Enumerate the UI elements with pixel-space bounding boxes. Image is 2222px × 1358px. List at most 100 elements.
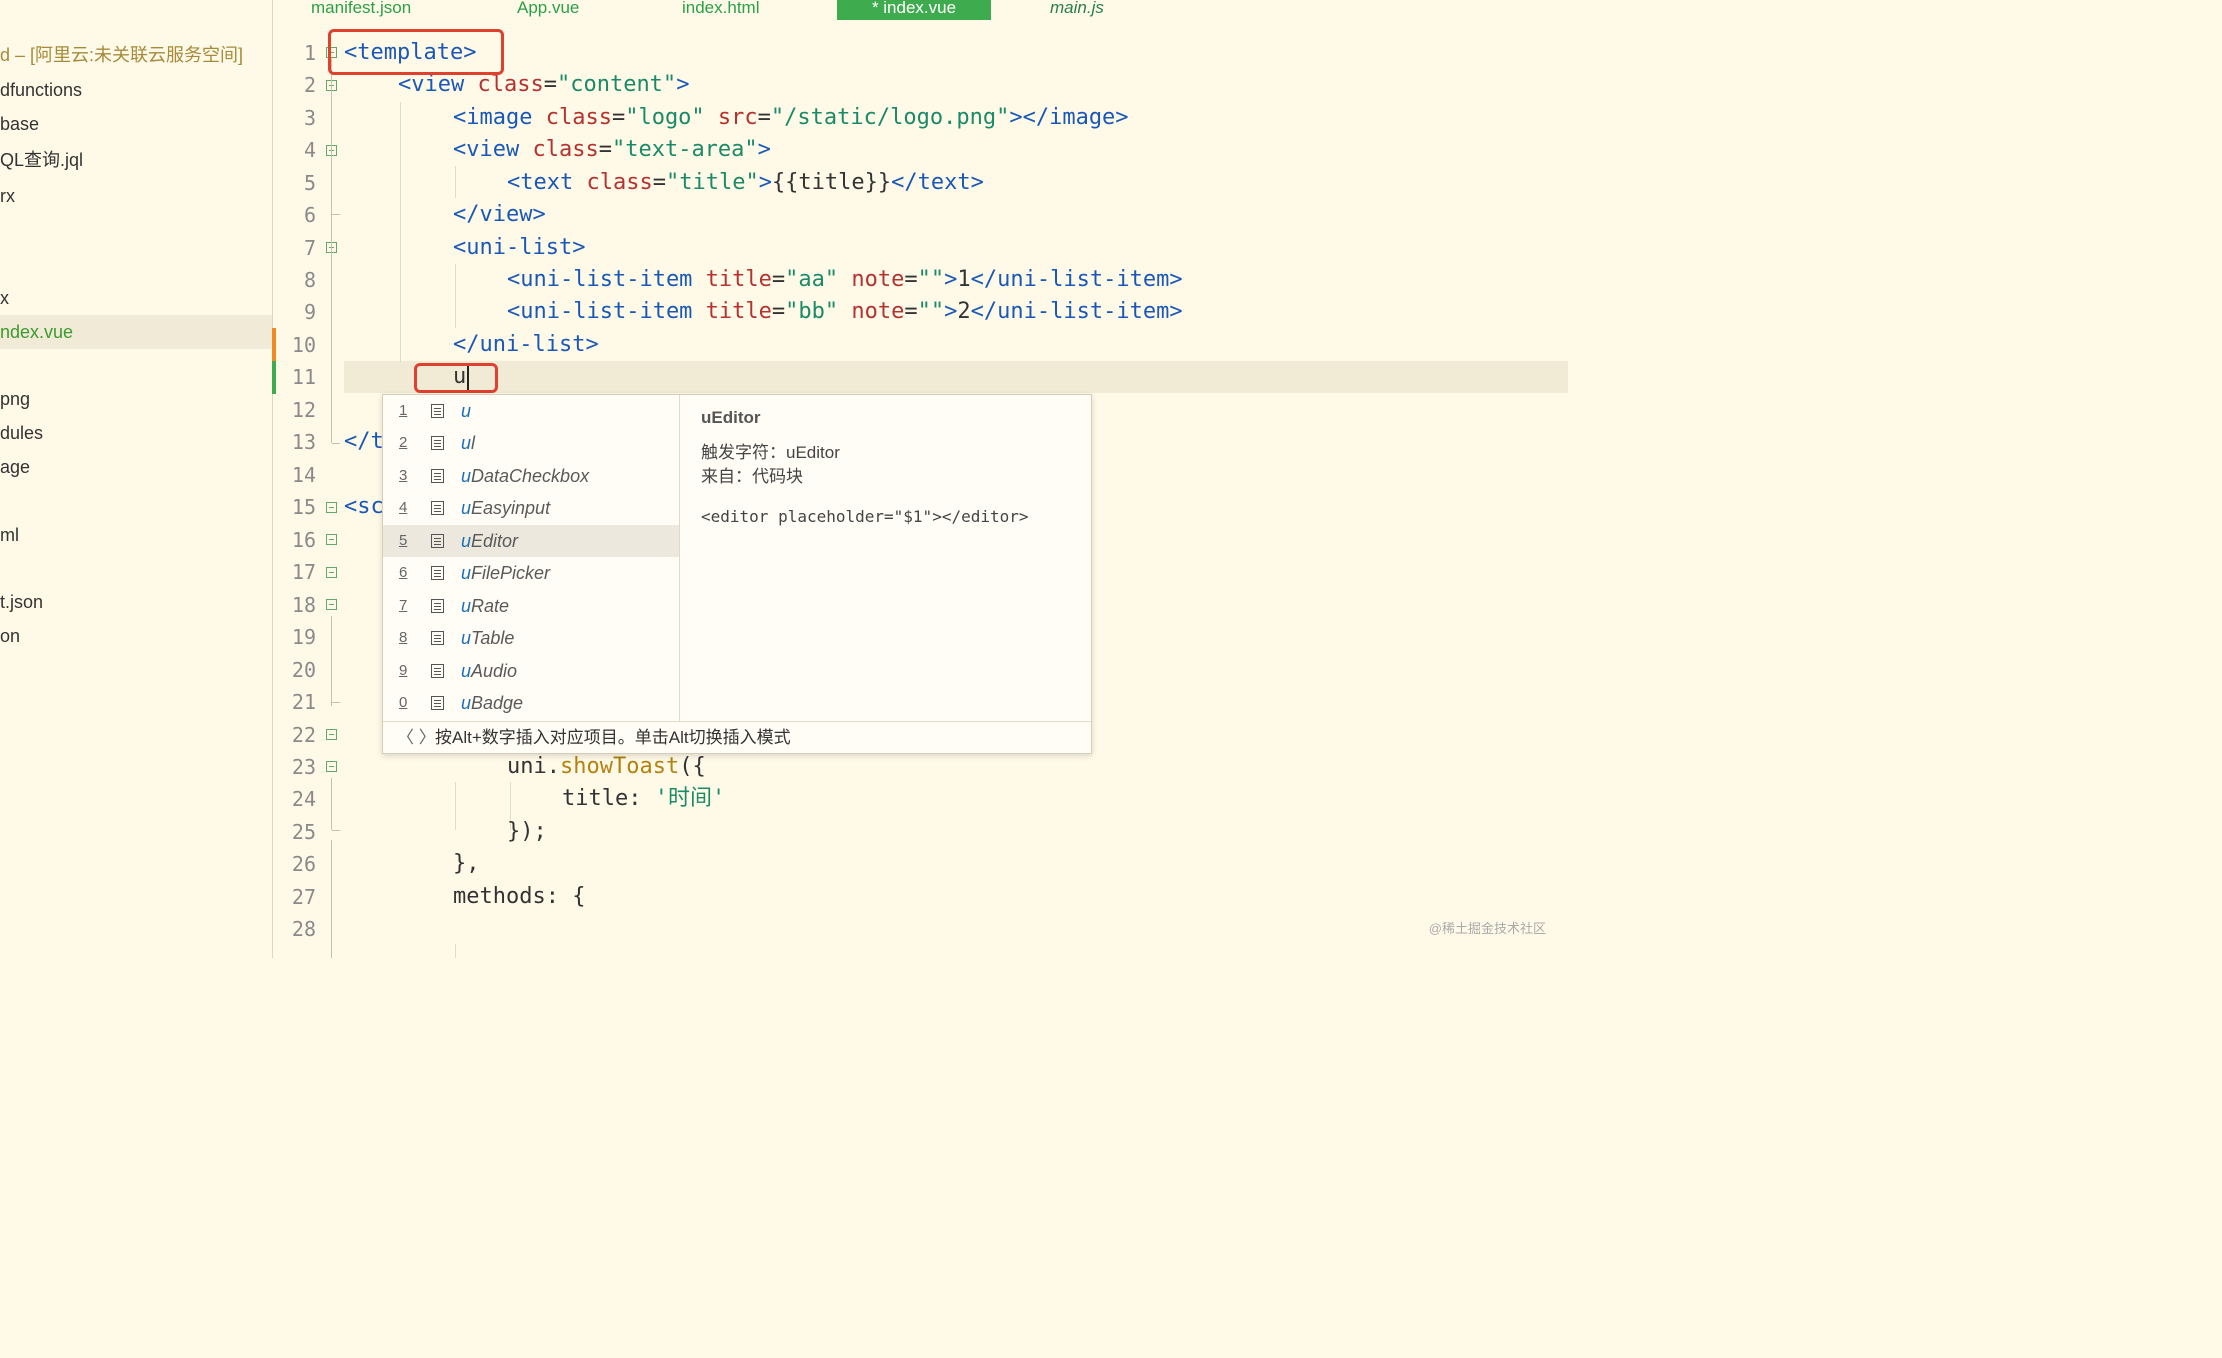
- code-token: <text: [507, 170, 587, 195]
- item-label: uEasyinput: [461, 492, 550, 524]
- autocomplete-item-selected[interactable]: 5 uEditor: [383, 525, 679, 557]
- fold-toggle[interactable]: [326, 502, 337, 513]
- code-token: =: [611, 105, 626, 130]
- sidebar-item[interactable]: dfunctions: [0, 73, 82, 107]
- autocomplete-item[interactable]: 0 uBadge: [383, 687, 679, 719]
- code-line-4[interactable]: <view class="text-area">: [453, 134, 771, 166]
- tab-index-vue-active[interactable]: * index.vue: [837, 0, 991, 20]
- detail-snippet: <editor placeholder="$1"></editor>: [701, 507, 1029, 526]
- indent-guide: [455, 782, 456, 830]
- line-number: 14: [291, 463, 316, 487]
- code-token: class: [477, 72, 544, 97]
- code-token: </t: [344, 429, 384, 454]
- item-index: 1: [399, 402, 408, 419]
- code-line-25[interactable]: });: [507, 816, 547, 848]
- watermark: @稀土掘金技术社区: [1428, 921, 1546, 936]
- code-token: "": [917, 267, 945, 292]
- code-line-24[interactable]: title: '时间': [562, 783, 725, 815]
- code-token: =: [904, 267, 918, 292]
- tab-index-html[interactable]: index.html: [682, 0, 792, 20]
- code-token: "title": [665, 170, 759, 195]
- code-token: =: [598, 137, 612, 162]
- snippet-icon: [431, 436, 444, 450]
- item-label: uTable: [461, 622, 514, 654]
- item-index: 9: [399, 662, 408, 679]
- line-number: 1: [303, 41, 316, 65]
- sidebar-item[interactable]: on: [0, 619, 20, 653]
- fold-line: [331, 616, 332, 706]
- autocomplete-item[interactable]: 3 uDataCheckbox: [383, 460, 679, 492]
- tab-manifest[interactable]: manifest.json: [311, 0, 451, 20]
- match-text: u: [461, 628, 472, 648]
- code-token: title: [705, 267, 772, 292]
- autocomplete-item[interactable]: 1u: [383, 395, 679, 427]
- sidebar-project-title[interactable]: d – [阿里云:未关联云服务空间]: [0, 38, 243, 72]
- line-number: 21: [291, 690, 316, 714]
- annotation-highlight-template: [328, 29, 504, 75]
- sidebar-item[interactable]: t.json: [0, 585, 43, 619]
- sidebar-item[interactable]: dules: [0, 416, 43, 450]
- autocomplete-item[interactable]: 6 uFilePicker: [383, 557, 679, 589]
- code-token: </text>: [891, 170, 984, 195]
- item-index: 4: [399, 499, 408, 516]
- code-line-7[interactable]: <uni-list>: [453, 232, 585, 264]
- code-line-8[interactable]: <uni-list-item title="aa" note="">1</uni…: [507, 264, 1183, 296]
- line-number: 28: [291, 917, 316, 941]
- fold-toggle[interactable]: [326, 761, 337, 772]
- code-line-15[interactable]: <sc: [344, 491, 384, 523]
- sidebar-item[interactable]: x: [0, 281, 9, 315]
- match-text: u: [461, 596, 472, 616]
- code-line-26[interactable]: },: [453, 848, 480, 880]
- match-text: u: [461, 401, 472, 421]
- code-token: <view: [453, 137, 533, 162]
- code-token: =: [757, 105, 771, 130]
- snippet-icon: [431, 501, 444, 515]
- sidebar-item[interactable]: rx: [0, 179, 15, 213]
- detail-source: 来自：代码块: [701, 467, 803, 486]
- fold-toggle[interactable]: [326, 729, 337, 740]
- code-token: src: [704, 105, 758, 130]
- autocomplete-item[interactable]: 9 uAudio: [383, 655, 679, 687]
- rest-text: Easyinput: [471, 498, 551, 518]
- sidebar-item-selected[interactable]: ndex.vue: [0, 315, 272, 349]
- tab-main-js[interactable]: main.js: [1050, 0, 1130, 20]
- code-token: ></image>: [1009, 105, 1129, 130]
- match-text: u: [461, 498, 472, 518]
- autocomplete-item[interactable]: 8 uTable: [383, 622, 679, 654]
- code-line-10[interactable]: </uni-list>: [453, 329, 599, 361]
- code-token: <uni-list-item: [507, 267, 706, 292]
- sidebar-item[interactable]: png: [0, 382, 30, 416]
- autocomplete-item[interactable]: 7 uRate: [383, 590, 679, 622]
- code-line-23[interactable]: uni.showToast({: [507, 751, 706, 783]
- sidebar-item[interactable]: base: [0, 107, 39, 141]
- code-token: <sc: [344, 494, 384, 519]
- line-number: 8: [303, 268, 316, 292]
- fold-toggle[interactable]: [326, 534, 337, 545]
- code-token: "bb": [785, 299, 839, 324]
- code-line-9[interactable]: <uni-list-item title="bb" note="">2</uni…: [507, 296, 1183, 328]
- code-line-6[interactable]: </view>: [453, 199, 546, 231]
- sidebar-item[interactable]: age: [0, 450, 30, 484]
- line-number: 13: [291, 430, 316, 454]
- fold-toggle[interactable]: [326, 567, 337, 578]
- code-line-27[interactable]: methods: {: [453, 881, 585, 913]
- code-token: <view: [398, 72, 478, 97]
- sidebar-item[interactable]: ml: [0, 518, 19, 552]
- fold-toggle[interactable]: [326, 599, 337, 610]
- tab-app-vue[interactable]: App.vue: [517, 0, 607, 20]
- code-line-5[interactable]: <text class="title">{{title}}</text>: [507, 167, 984, 199]
- line-number: 7: [303, 236, 316, 260]
- detail-trigger: 触发字符：uEditor: [701, 443, 840, 462]
- code-line-13[interactable]: </t: [344, 426, 384, 458]
- nav-arrows-icon[interactable]: 〈 〉: [397, 722, 436, 754]
- autocomplete-item[interactable]: 4 uEasyinput: [383, 492, 679, 524]
- match-text: u: [461, 466, 472, 486]
- item-label: uEditor: [461, 525, 518, 557]
- fold-end: [332, 830, 340, 831]
- line-number: 20: [291, 658, 316, 682]
- autocomplete-item[interactable]: 2 ul: [383, 427, 679, 459]
- code-line-3[interactable]: <image class="logo" src="/static/logo.pn…: [453, 102, 1129, 134]
- code-token: <image: [453, 105, 546, 130]
- code-token: >: [944, 299, 958, 324]
- sidebar-item[interactable]: QL查询.jql: [0, 143, 83, 177]
